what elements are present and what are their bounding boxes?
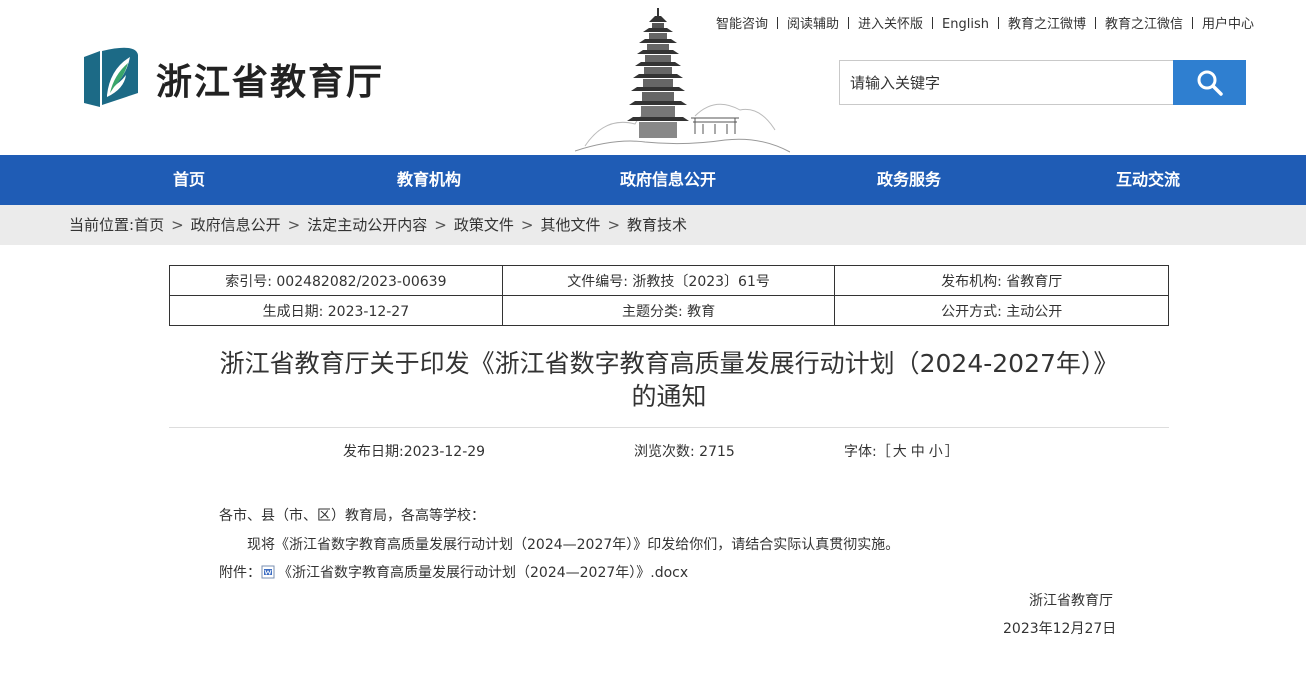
attachment-line: 附件： 《浙江省数字教育高质量发展行动计划（2024—2027年）》.docx [219, 562, 688, 582]
breadcrumb: 当前位置:首页 > 政府信息公开 > 法定主动公开内容 > 政策文件 > 其他文件 > 教育技术 [0, 205, 1306, 245]
breadcrumb-other[interactable]: 其他文件 [540, 216, 600, 234]
pagoda-illustration [575, 8, 790, 153]
separator [1095, 17, 1097, 29]
separator [998, 17, 999, 29]
toplink-reading-aid[interactable]: 阅读辅助 [787, 17, 839, 32]
article-title-line2: 的通知 [631, 382, 707, 411]
view-count: 浏览次数: 2715 [634, 444, 735, 460]
toplink-care-mode[interactable]: 进入关怀版 [858, 17, 923, 32]
info-doc-no: 文件编号: 浙教技〔2023〕61号 [501, 265, 836, 296]
document-info-table: 索引号: 002482082/2023-00639 文件编号: 浙教技〔2023… [169, 265, 1169, 326]
info-category: 主题分类: 教育 [501, 295, 836, 326]
breadcrumb-statutory[interactable]: 法定主动公开内容 [307, 216, 427, 234]
article-title-line1: 浙江省教育厅关于印发《浙江省数字教育高质量发展行动计划（2024-2027年）》 [219, 349, 1119, 378]
publish-date: 发布日期:2023-12-29 [343, 444, 486, 460]
article-title: 浙江省教育厅关于印发《浙江省数字教育高质量发展行动计划（2024-2027年）》… [169, 347, 1169, 413]
sign-date: 2023年12月27日 [1003, 621, 1117, 637]
toplink-user-center[interactable]: 用户中心 [1202, 17, 1254, 32]
breadcrumb-separator: > [434, 216, 447, 234]
breadcrumb-separator: > [287, 216, 301, 234]
info-open-mode: 公开方式: 主动公开 [834, 295, 1169, 326]
info-index-no: 索引号: 002482082/2023-00639 [169, 265, 503, 296]
breadcrumb-home[interactable]: 首页 [134, 216, 164, 234]
breadcrumb-separator: > [607, 216, 621, 234]
top-links: 智能咨询 阅读辅助 进入关怀版 English 教育之江微博 教育之江微信 用户中心 [716, 13, 1254, 32]
toplink-weibo[interactable]: 教育之江微博 [1008, 17, 1086, 32]
attachment-link[interactable]: 《浙江省数字教育高质量发展行动计划（2024—2027年）》.docx [278, 565, 688, 581]
font-medium-button[interactable]: 中 [909, 444, 927, 460]
breadcrumb-gov-info[interactable]: 政府信息公开 [191, 216, 281, 234]
signature: 浙江省教育厅 [1029, 593, 1113, 609]
breadcrumb-policy[interactable]: 政策文件 [454, 216, 514, 234]
search-button[interactable] [1173, 60, 1246, 105]
nav-home[interactable]: 首页 [140, 155, 238, 205]
toplink-wechat[interactable]: 教育之江微信 [1105, 17, 1183, 32]
separator [848, 17, 850, 29]
search-icon [1197, 70, 1223, 96]
site-name: 浙江省教育厅 [156, 61, 385, 103]
search-input[interactable] [839, 60, 1173, 105]
breadcrumb-edu-tech[interactable]: 教育技术 [627, 216, 687, 234]
font-size-control: 字体:［ 大中小 ］ [844, 441, 959, 461]
breadcrumb-separator: > [520, 216, 534, 234]
breadcrumb-prefix: 当前位置: [69, 216, 135, 234]
font-size-close: ］ [944, 444, 959, 460]
nav-interaction[interactable]: 互动交流 [1099, 155, 1197, 205]
font-large-button[interactable]: 大 [891, 444, 909, 460]
nav-gov-info[interactable]: 政府信息公开 [603, 155, 733, 205]
title-divider [169, 427, 1169, 428]
attachment-label: 附件： [219, 565, 261, 581]
toplink-english[interactable]: English [942, 17, 989, 32]
site-logo[interactable]: 浙江省教育厅 [80, 43, 400, 113]
info-created-date: 生成日期: 2023-12-27 [169, 295, 503, 326]
breadcrumb-separator: > [171, 216, 184, 234]
nav-services[interactable]: 政务服务 [860, 155, 958, 205]
separator [1192, 17, 1194, 29]
nav-institutions[interactable]: 教育机构 [380, 155, 478, 205]
salutation: 各市、县（市、区）教育局，各高等学校： [219, 508, 485, 524]
education-logo-icon [84, 47, 138, 107]
info-publisher: 发布机构: 省教育厅 [834, 265, 1169, 296]
word-document-icon [261, 565, 275, 579]
body-paragraph: 现将《浙江省数字教育高质量发展行动计划（2024—2027年）》印发给你们，请结… [247, 537, 900, 553]
font-small-button[interactable]: 小 [927, 444, 945, 460]
main-nav: 首页 教育机构 政府信息公开 政务服务 互动交流 [0, 155, 1306, 205]
separator [932, 17, 934, 29]
font-size-label: 字体:［ [844, 444, 891, 460]
